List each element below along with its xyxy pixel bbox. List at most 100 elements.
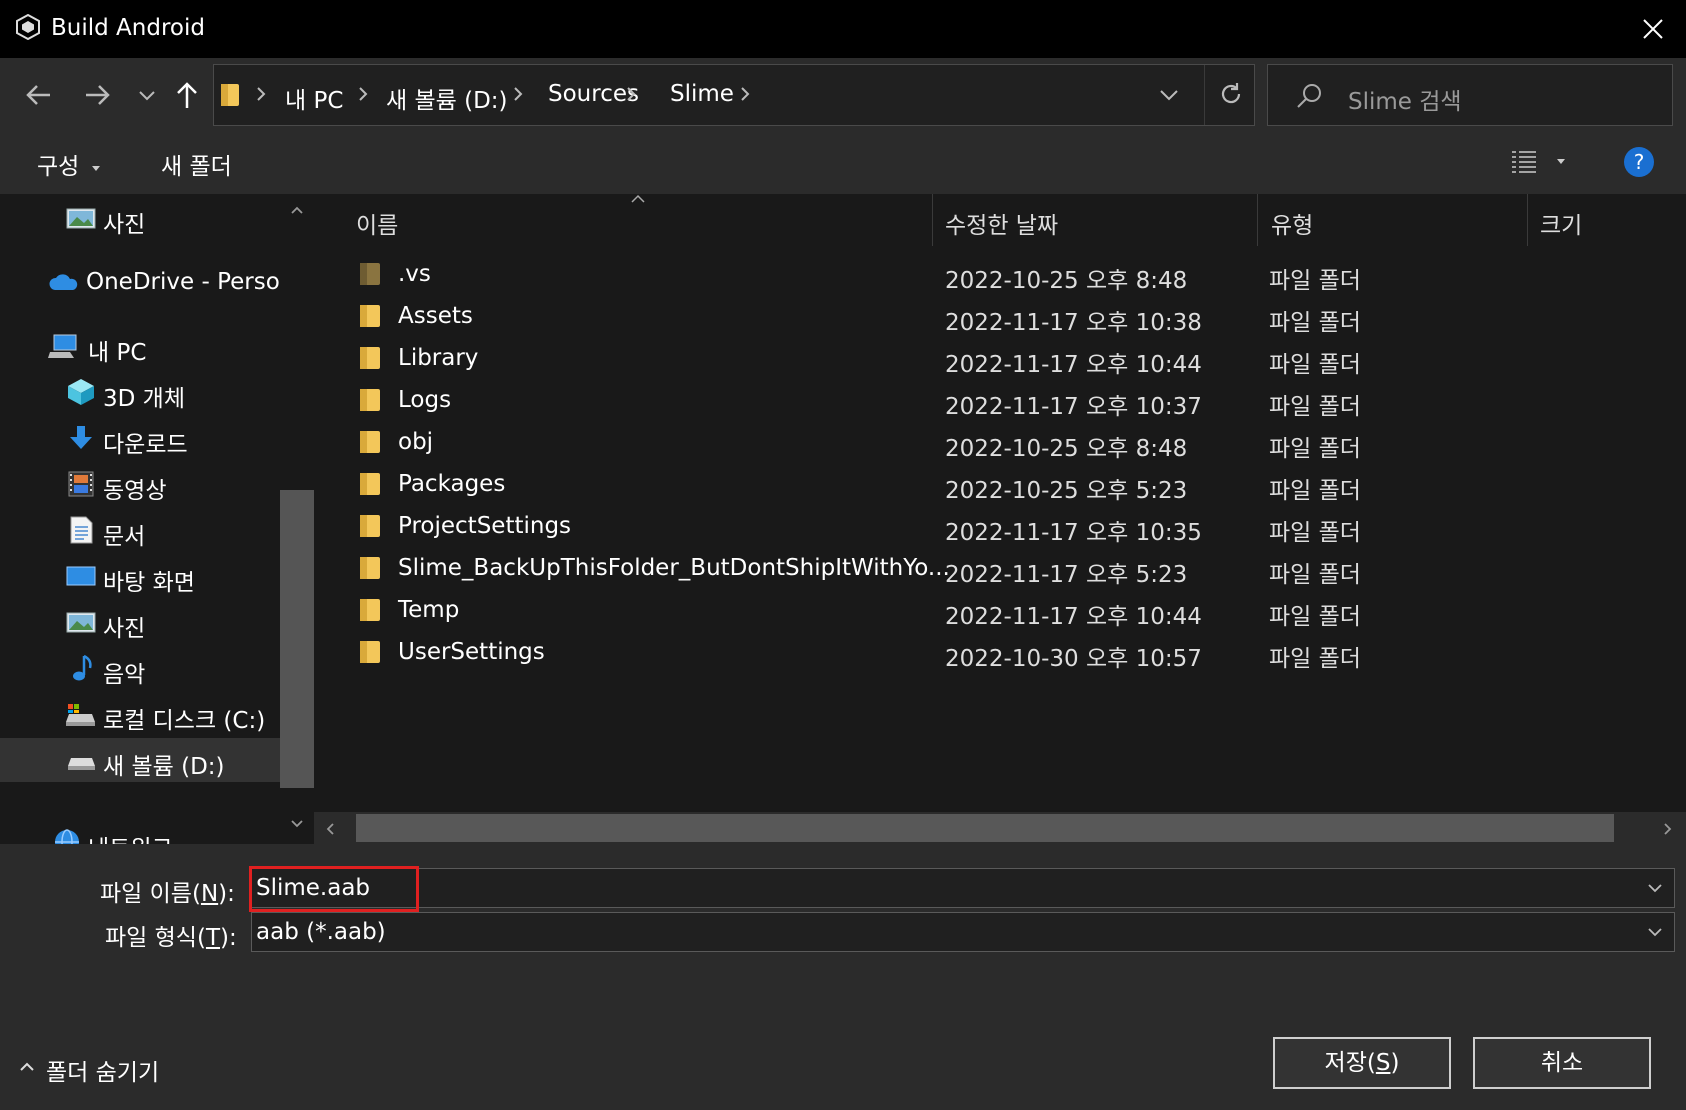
scroll-right-icon[interactable]	[1662, 822, 1674, 836]
sort-ascending-icon	[631, 194, 645, 203]
file-type: 파일 폴더	[1269, 394, 1361, 420]
file-name[interactable]: .vs	[398, 261, 431, 287]
file-date: 2022-11-17 오후 10:44	[945, 604, 1202, 630]
search-box[interactable]: Slime 검색	[1267, 64, 1673, 126]
breadcrumb-separator-icon[interactable]	[511, 85, 525, 103]
address-bar[interactable]: 내 PC 새 볼륨 (D:) Sources Slime	[213, 64, 1255, 126]
sidebar-item-downloads[interactable]: 다운로드	[0, 416, 280, 460]
file-name[interactable]: ProjectSettings	[398, 513, 571, 539]
folder-icon	[360, 473, 380, 495]
help-icon[interactable]: ?	[1624, 147, 1654, 177]
column-divider[interactable]	[932, 194, 933, 246]
sidebar-item-music[interactable]: 음악	[0, 646, 280, 690]
table-row[interactable]: obj 2022-10-25 오후 8:48 파일 폴더	[314, 422, 1686, 464]
filetype-select[interactable]: aab (*.aab)	[251, 912, 1675, 952]
sidebar-item-desktop[interactable]: 바탕 화면	[0, 554, 280, 598]
chevron-up-icon	[20, 1062, 34, 1071]
breadcrumb-slime[interactable]: Slime	[670, 81, 734, 107]
table-row[interactable]: Slime_BackUpThisFolder_ButDontShipItWith…	[314, 548, 1686, 590]
column-header-date[interactable]: 수정한 날짜	[945, 206, 1058, 240]
scroll-down-icon[interactable]	[290, 818, 304, 830]
breadcrumb-separator-icon[interactable]	[356, 85, 370, 103]
sidebar-item-pictures[interactable]: 사진	[0, 196, 280, 240]
column-header-type[interactable]: 유형	[1271, 206, 1313, 240]
file-name[interactable]: Logs	[398, 387, 451, 413]
search-icon	[1297, 84, 1321, 108]
sidebar-item-label: 3D 개체	[103, 386, 185, 412]
file-type: 파일 폴더	[1269, 478, 1361, 504]
view-details-icon[interactable]	[1510, 149, 1538, 175]
table-row[interactable]: .vs 2022-10-25 오후 8:48 파일 폴더	[314, 254, 1686, 296]
column-header-size[interactable]: 크기	[1540, 206, 1582, 240]
forward-arrow-icon[interactable]	[80, 78, 114, 112]
search-input[interactable]: Slime 검색	[1348, 82, 1462, 116]
file-name[interactable]: Library	[398, 345, 478, 371]
file-name[interactable]: obj	[398, 429, 433, 455]
sidebar-item-3d-objects[interactable]: 3D 개체	[0, 370, 280, 414]
file-name[interactable]: Slime_BackUpThisFolder_ButDontShipItWith…	[398, 555, 950, 581]
breadcrumb-separator-icon[interactable]	[254, 85, 268, 103]
file-name[interactable]: Temp	[398, 597, 459, 623]
command-toolbar: 구성 새 폴더 ?	[0, 132, 1686, 194]
sidebar-scrollbar-thumb[interactable]	[280, 490, 314, 788]
new-folder-button[interactable]: 새 폴더	[161, 147, 232, 181]
column-divider[interactable]	[1527, 194, 1528, 246]
sidebar-item-label: 사진	[103, 212, 146, 238]
sidebar-item-onedrive[interactable]: OneDrive - Persor	[0, 260, 289, 304]
table-row[interactable]: Library 2022-11-17 오후 10:44 파일 폴더	[314, 338, 1686, 380]
sidebar-item-label: 다운로드	[103, 432, 188, 458]
sidebar-item-label: 새 볼륨 (D:)	[103, 754, 225, 780]
sidebar-item-new-volume-d[interactable]: 새 볼륨 (D:)	[0, 738, 280, 782]
sidebar-item-videos[interactable]: 동영상	[0, 462, 280, 506]
recent-locations-chevron-icon[interactable]	[130, 78, 164, 112]
chevron-down-icon[interactable]	[1646, 923, 1664, 941]
organize-button[interactable]: 구성	[37, 147, 101, 181]
sidebar-scrollbar[interactable]	[280, 194, 314, 844]
chevron-down-icon[interactable]	[1646, 879, 1664, 897]
sidebar-item-this-pc[interactable]: 내 PC	[0, 324, 280, 368]
breadcrumb-new-volume[interactable]: 새 볼륨 (D:)	[386, 81, 508, 115]
table-row[interactable]: UserSettings 2022-10-30 오후 10:57 파일 폴더	[314, 632, 1686, 674]
column-divider[interactable]	[1257, 194, 1258, 246]
cancel-button[interactable]: 취소	[1473, 1037, 1651, 1089]
breadcrumb-this-pc[interactable]: 내 PC	[285, 81, 343, 115]
file-name[interactable]: Assets	[398, 303, 473, 329]
sidebar-item-documents[interactable]: 문서	[0, 508, 280, 552]
table-row[interactable]: ProjectSettings 2022-11-17 오후 10:35 파일 폴더	[314, 506, 1686, 548]
horizontal-scrollbar[interactable]	[314, 812, 1686, 844]
up-arrow-icon[interactable]	[170, 78, 204, 112]
videos-icon	[68, 471, 94, 497]
back-arrow-icon[interactable]	[22, 78, 56, 112]
save-button[interactable]: 저장(S)	[1273, 1037, 1451, 1089]
folder-icon	[360, 431, 380, 453]
sidebar-item-local-disk-c[interactable]: 로컬 디스크 (C:)	[0, 692, 280, 736]
sidebar-item-pictures[interactable]: 사진	[0, 600, 280, 644]
column-header-name[interactable]: 이름	[356, 206, 398, 240]
close-icon[interactable]	[1636, 12, 1670, 46]
file-name[interactable]: UserSettings	[398, 639, 545, 665]
table-row[interactable]: Logs 2022-11-17 오후 10:37 파일 폴더	[314, 380, 1686, 422]
this-pc-icon	[48, 334, 77, 358]
view-options-caret-icon[interactable]	[1555, 156, 1567, 166]
table-row[interactable]: Packages 2022-10-25 오후 5:23 파일 폴더	[314, 464, 1686, 506]
chevron-down-icon	[1160, 90, 1178, 101]
folder-icon	[360, 263, 380, 285]
table-row[interactable]: Temp 2022-11-17 오후 10:44 파일 폴더	[314, 590, 1686, 632]
address-dropdown-button[interactable]	[1144, 65, 1194, 125]
file-date: 2022-10-25 오후 5:23	[945, 478, 1188, 504]
desktop-icon	[66, 566, 96, 586]
horizontal-scrollbar-thumb[interactable]	[356, 814, 1614, 842]
filename-input[interactable]: Slime.aab	[251, 868, 1675, 908]
unity-icon	[16, 14, 40, 40]
sidebar-item-network[interactable]: 네트워크	[0, 820, 280, 844]
breadcrumb-separator-icon[interactable]	[738, 85, 752, 103]
scroll-up-icon[interactable]	[290, 204, 304, 216]
refresh-button[interactable]	[1204, 65, 1254, 125]
3d-objects-icon	[68, 379, 94, 405]
scroll-left-icon[interactable]	[324, 822, 336, 836]
table-row[interactable]: Assets 2022-11-17 오후 10:38 파일 폴더	[314, 296, 1686, 338]
file-date: 2022-10-25 오후 8:48	[945, 268, 1188, 294]
breadcrumb-separator-icon[interactable]	[624, 85, 638, 103]
file-name[interactable]: Packages	[398, 471, 505, 497]
drive-icon	[68, 758, 95, 770]
